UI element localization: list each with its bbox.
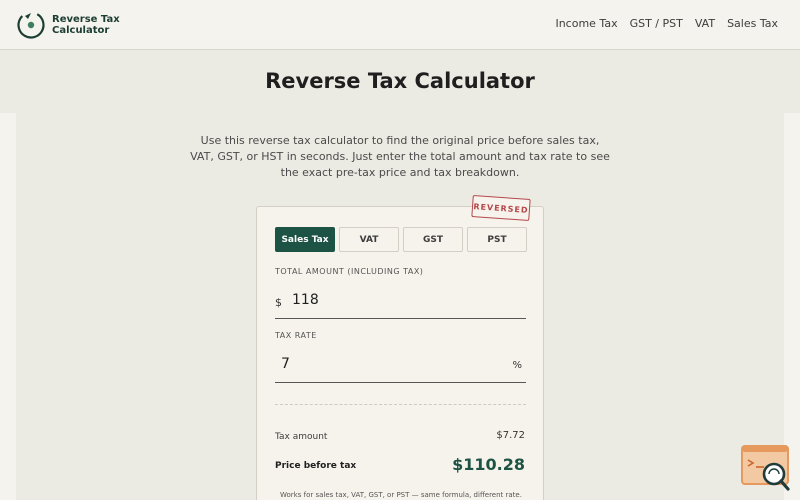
intro-text: Use this reverse tax calculator to find …	[190, 134, 610, 179]
tax-rate-value[interactable]: 7	[281, 356, 290, 372]
tab-sales-tax[interactable]: Sales Tax	[275, 227, 335, 252]
tax-type-tabs: Sales Tax VAT GST PST	[275, 227, 527, 252]
logo-line-1: Reverse Tax	[52, 14, 120, 25]
nav-sales-tax[interactable]: Sales Tax	[727, 17, 778, 30]
calculator-card: Sales Tax VAT GST PST TOTAL AMOUNT (INCL…	[256, 206, 544, 500]
result-divider	[275, 404, 526, 405]
tab-vat[interactable]: VAT	[339, 227, 399, 252]
tab-gst[interactable]: GST	[403, 227, 463, 252]
logo-text: Reverse Tax Calculator	[52, 14, 120, 36]
site-header: Reverse Tax Calculator Income Tax GST / …	[0, 0, 800, 50]
tax-rate-label: TAX RATE	[275, 331, 317, 340]
nav-gst-pst[interactable]: GST / PST	[630, 17, 683, 30]
logo-line-2: Calculator	[52, 25, 110, 36]
total-amount-field[interactable]: $ 118	[275, 283, 526, 319]
nav-income-tax[interactable]: Income Tax	[555, 17, 617, 30]
price-before-tax-value: $110.28	[452, 455, 525, 474]
total-amount-value[interactable]: 118	[292, 292, 319, 308]
main-nav: Income Tax GST / PST VAT Sales Tax	[555, 17, 778, 30]
help-search-icon	[741, 445, 790, 491]
price-before-tax-label: Price before tax	[275, 461, 357, 471]
logo-refresh-icon	[17, 11, 45, 39]
help-widget[interactable]	[740, 444, 792, 492]
page-side-left	[0, 113, 16, 500]
page-title: Reverse Tax Calculator	[265, 69, 535, 93]
reversed-stamp: REVERSED	[471, 195, 531, 221]
tab-pst[interactable]: PST	[467, 227, 527, 252]
tax-amount-value: $7.72	[496, 430, 525, 441]
percent-suffix: %	[512, 360, 522, 371]
page-side-right	[784, 113, 800, 500]
currency-symbol: $	[275, 296, 282, 309]
tax-rate-field[interactable]: 7 %	[275, 347, 526, 383]
site-logo[interactable]: Reverse Tax Calculator	[16, 10, 120, 40]
nav-vat[interactable]: VAT	[695, 17, 715, 30]
total-amount-label: TOTAL AMOUNT (INCLUDING TAX)	[275, 267, 424, 276]
calculator-footnote: Works for sales tax, VAT, GST, or PST — …	[280, 491, 522, 499]
tax-amount-label: Tax amount	[275, 432, 328, 442]
